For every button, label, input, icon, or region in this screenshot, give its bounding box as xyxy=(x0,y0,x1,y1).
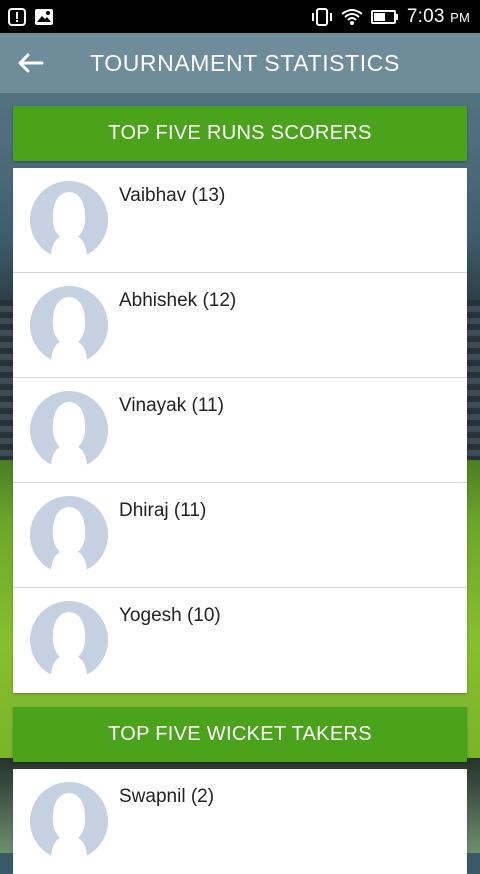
status-right: 7:03 PM xyxy=(311,6,470,28)
list-item[interactable]: Vaibhav (13) xyxy=(13,168,467,273)
battery-icon xyxy=(370,9,398,24)
stadium-stand-right xyxy=(466,300,480,460)
status-left xyxy=(8,7,54,26)
page-title: TOURNAMENT STATISTICS xyxy=(90,49,400,76)
player-name: Abhishek (12) xyxy=(119,290,237,311)
vibrate-icon xyxy=(311,7,332,26)
avatar-placeholder-icon xyxy=(30,782,108,860)
list-item[interactable]: Dhiraj (11) xyxy=(13,483,467,588)
player-name: Dhiraj (11) xyxy=(119,500,207,521)
wifi-icon xyxy=(341,8,363,25)
alert-notification-icon xyxy=(8,7,26,26)
avatar-placeholder-icon xyxy=(30,601,108,679)
back-button[interactable] xyxy=(0,33,60,93)
avatar-placeholder-icon xyxy=(30,391,108,469)
avatar-placeholder-icon xyxy=(30,181,108,259)
list-item[interactable]: Abhishek (12) xyxy=(13,273,467,378)
player-name: Yogesh (10) xyxy=(119,605,221,626)
runs-scorers-list: Vaibhav (13) Abhishek (12) Vinayak (11) … xyxy=(13,168,467,693)
player-name: Vinayak (11) xyxy=(119,395,224,416)
player-name: Swapnil (2) xyxy=(119,786,215,807)
status-time-ampm: PM xyxy=(450,9,470,25)
section-header-runs-scorers: TOP FIVE RUNS SCORERS xyxy=(13,106,467,161)
section-header-wicket-takers: TOP FIVE WICKET TAKERS xyxy=(13,707,467,762)
list-item[interactable]: Yogesh (10) xyxy=(13,588,467,693)
list-item[interactable]: Vinayak (11) xyxy=(13,378,467,483)
status-time: 7:03 PM xyxy=(407,6,470,28)
wicket-takers-list: Swapnil (2) xyxy=(13,769,467,874)
arrow-left-icon xyxy=(18,53,44,73)
list-item[interactable]: Swapnil (2) xyxy=(13,769,467,874)
avatar-placeholder-icon xyxy=(30,286,108,364)
avatar-placeholder-icon xyxy=(30,496,108,574)
app-bar: TOURNAMENT STATISTICS xyxy=(0,33,480,93)
status-time-value: 7:03 xyxy=(406,5,445,27)
status-bar: 7:03 PM xyxy=(0,0,480,33)
image-notification-icon xyxy=(35,8,53,25)
player-name: Vaibhav (13) xyxy=(119,185,226,206)
